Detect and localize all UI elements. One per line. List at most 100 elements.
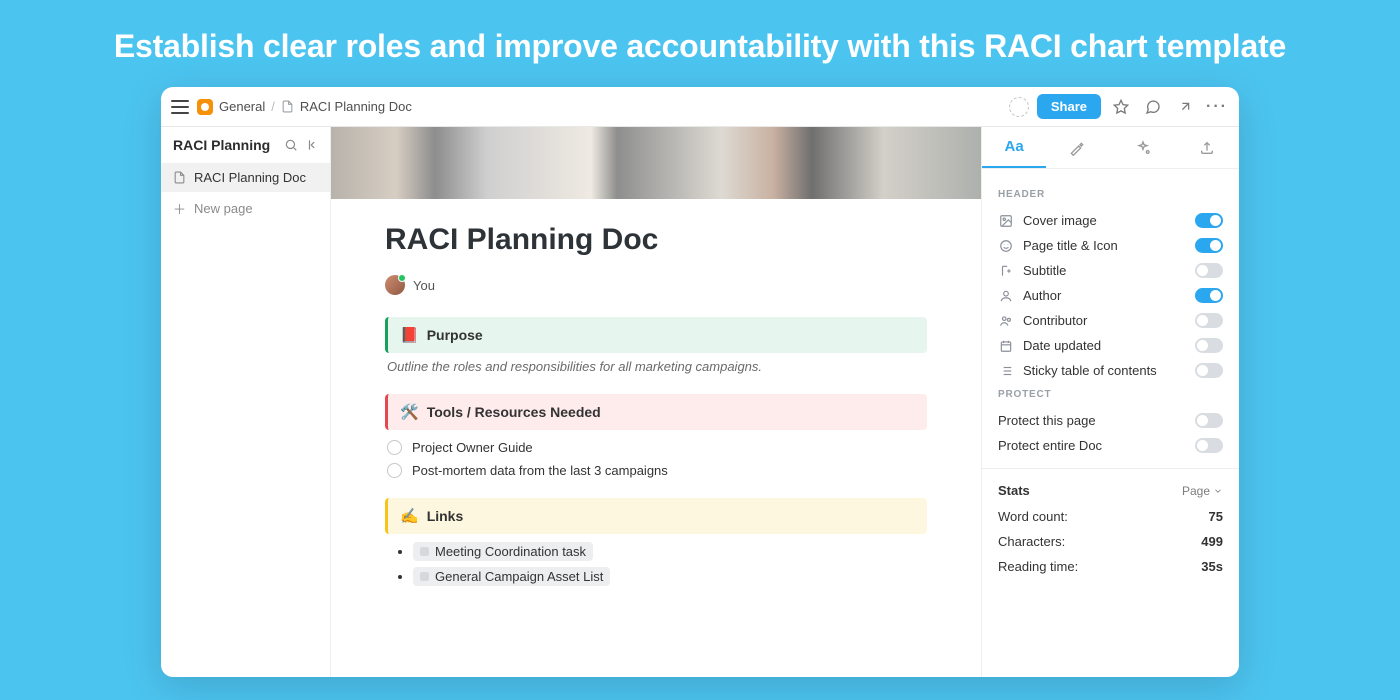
link-text: General Campaign Asset List (435, 569, 603, 584)
tools-callout[interactable]: 🛠️ Tools / Resources Needed (385, 394, 927, 430)
menu-toggle-icon[interactable] (171, 100, 189, 114)
stat-label: Characters: (998, 534, 1065, 549)
collapse-sidebar-icon[interactable] (306, 138, 320, 152)
toggle[interactable] (1195, 288, 1223, 303)
hero-title: Establish clear roles and improve accoun… (0, 0, 1400, 87)
comments-icon[interactable] (1141, 95, 1165, 119)
breadcrumb-workspace[interactable]: General (219, 99, 265, 114)
breadcrumb: General / RACI Planning Doc (197, 99, 412, 115)
option-page-title-icon: Page title & Icon (998, 233, 1223, 258)
option-author: Author (998, 283, 1223, 308)
toggle[interactable] (1195, 238, 1223, 253)
workspace-icon (197, 99, 213, 115)
book-icon: 📕 (400, 326, 419, 344)
toggle[interactable] (1195, 263, 1223, 278)
app-window: General / RACI Planning Doc Share ··· RA… (161, 87, 1239, 677)
plus-icon: ＋ (173, 199, 186, 218)
sidebar-title: RACI Planning (173, 137, 270, 153)
sidebar: RACI Planning RACI Planning Doc ＋ New pa… (161, 127, 331, 677)
option-cover-image: Cover image (998, 208, 1223, 233)
toggle[interactable] (1195, 413, 1223, 428)
author-row: You (385, 275, 927, 295)
checklist-text: Post-mortem data from the last 3 campaig… (412, 463, 668, 478)
option-subtitle: Subtitle (998, 258, 1223, 283)
author-name: You (413, 278, 435, 293)
purpose-description[interactable]: Outline the roles and responsibilities f… (387, 359, 925, 374)
option-label: Protect entire Doc (998, 438, 1102, 453)
stat-value: 75 (1209, 509, 1223, 524)
stats-scope-dropdown[interactable]: Page (1182, 484, 1223, 498)
cover-image[interactable] (331, 127, 981, 199)
option-label: Date updated (1023, 338, 1101, 353)
avatar[interactable] (385, 275, 405, 295)
checklist-item[interactable]: Post-mortem data from the last 3 campaig… (385, 459, 927, 482)
date-icon (998, 339, 1014, 353)
stat-row: Reading time: 35s (998, 554, 1223, 579)
option-sticky-table-of-contents: Sticky table of contents (998, 358, 1223, 383)
doc-icon (281, 100, 294, 113)
export-icon[interactable] (1173, 95, 1197, 119)
tools-icon: 🛠️ (400, 403, 419, 421)
sidebar-item-doc[interactable]: RACI Planning Doc (161, 163, 330, 192)
toggle[interactable] (1195, 438, 1223, 453)
stat-row: Word count:75 (998, 504, 1223, 529)
topbar: General / RACI Planning Doc Share ··· (161, 87, 1239, 127)
checklist-item[interactable]: Project Owner Guide (385, 436, 927, 459)
option-contributor: Contributor (998, 308, 1223, 333)
checklist-text: Project Owner Guide (412, 440, 533, 455)
section-protect-label: PROTECT (998, 389, 1223, 400)
option-date-updated: Date updated (998, 333, 1223, 358)
option-label: Sticky table of contents (1023, 363, 1157, 378)
link-item[interactable]: General Campaign Asset List (413, 567, 927, 586)
sidebar-new-page[interactable]: ＋ New page (161, 192, 330, 225)
doc-icon (173, 171, 186, 184)
tab-ai[interactable] (1111, 127, 1175, 168)
toc-icon (998, 364, 1014, 378)
document-area: RACI Planning Doc You 📕 Purpose Outline … (331, 127, 981, 677)
contrib-icon (998, 314, 1014, 328)
tab-style[interactable] (1046, 127, 1110, 168)
subtitle-icon (998, 264, 1014, 278)
option-label: Cover image (1023, 213, 1097, 228)
privacy-indicator-icon[interactable] (1009, 97, 1029, 117)
option-label: Protect this page (998, 413, 1096, 428)
stat-label: Reading time: (998, 559, 1078, 574)
protect-option: Protect this page (998, 408, 1223, 433)
tab-export[interactable] (1175, 127, 1239, 168)
writing-icon: ✍️ (400, 507, 419, 525)
tools-label: Tools / Resources Needed (427, 404, 601, 420)
sidebar-item-label: New page (194, 201, 253, 216)
link-text: Meeting Coordination task (435, 544, 586, 559)
option-label: Author (1023, 288, 1061, 303)
author-icon (998, 289, 1014, 303)
toggle[interactable] (1195, 313, 1223, 328)
page-title[interactable]: RACI Planning Doc (385, 223, 927, 257)
section-header-label: HEADER (998, 189, 1223, 200)
breadcrumb-doc[interactable]: RACI Planning Doc (300, 99, 412, 114)
stats-label: Stats (998, 483, 1030, 498)
stat-row: Characters: 499 (998, 529, 1223, 554)
purpose-callout[interactable]: 📕 Purpose (385, 317, 927, 353)
links-label: Links (427, 508, 464, 524)
stat-value: 499 (1201, 534, 1223, 549)
checkbox-icon[interactable] (387, 440, 402, 455)
favorite-icon[interactable] (1109, 95, 1133, 119)
toggle[interactable] (1195, 338, 1223, 353)
toggle[interactable] (1195, 363, 1223, 378)
divider (982, 468, 1239, 469)
link-item[interactable]: Meeting Coordination task (413, 542, 927, 561)
more-icon[interactable]: ··· (1205, 95, 1229, 119)
checkbox-icon[interactable] (387, 463, 402, 478)
option-label: Subtitle (1023, 263, 1066, 278)
toggle[interactable] (1195, 213, 1223, 228)
smile-icon (998, 239, 1014, 253)
share-button[interactable]: Share (1037, 94, 1101, 119)
sidebar-item-label: RACI Planning Doc (194, 170, 306, 185)
stat-value: 35s (1201, 559, 1223, 574)
search-icon[interactable] (284, 138, 298, 152)
settings-panel: Aa HEADER Cover image Page title & Icon Su… (981, 127, 1239, 677)
tab-typography[interactable]: Aa (982, 127, 1046, 168)
purpose-label: Purpose (427, 327, 483, 343)
links-callout[interactable]: ✍️ Links (385, 498, 927, 534)
option-label: Page title & Icon (1023, 238, 1118, 253)
